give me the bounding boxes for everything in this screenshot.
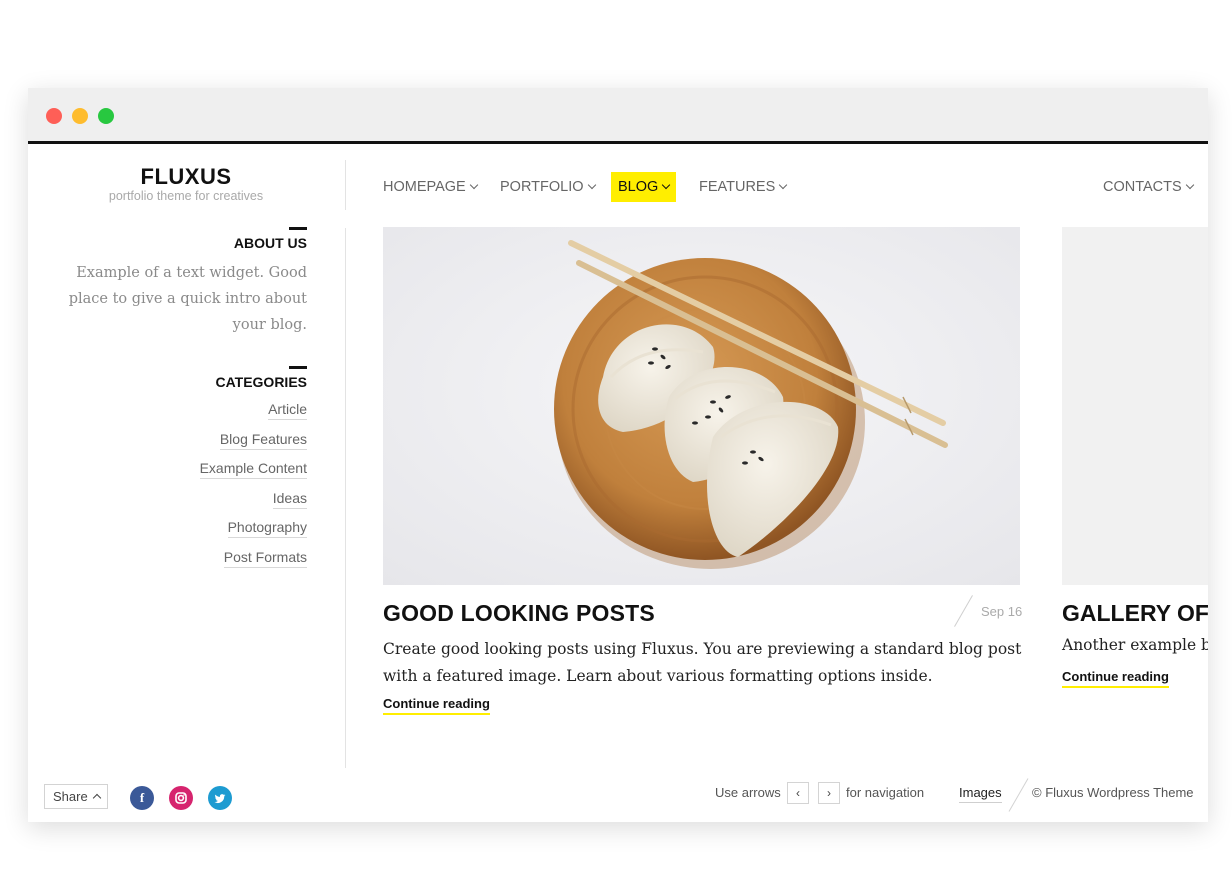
instagram-glyph — [175, 792, 187, 804]
about-widget-title: ABOUT US — [233, 235, 307, 251]
share-button[interactable]: Share — [44, 784, 108, 809]
nav-hint-prefix: Use arrows — [715, 785, 781, 800]
post-featured-image[interactable] — [383, 227, 1020, 585]
nav-item-label: PORTFOLIO — [500, 179, 584, 195]
maximize-window-button[interactable] — [98, 108, 114, 124]
date-divider — [954, 595, 973, 627]
chevron-down-icon — [587, 180, 596, 190]
instagram-icon[interactable] — [169, 786, 193, 810]
twitter-icon[interactable] — [208, 786, 232, 810]
header-divider — [345, 160, 346, 210]
nav-item-contacts[interactable]: CONTACTS — [1103, 172, 1194, 202]
images-link[interactable]: Images — [959, 785, 1002, 803]
facebook-icon[interactable]: f — [130, 786, 154, 810]
post-featured-image[interactable] — [1062, 227, 1208, 585]
continue-reading-link[interactable]: Continue reading — [383, 696, 490, 715]
chevron-up-icon — [92, 793, 101, 803]
category-link[interactable]: Ideas — [272, 490, 307, 509]
nav-item-portfolio[interactable]: PORTFOLIO — [500, 172, 596, 202]
category-link[interactable]: Photography — [227, 519, 307, 538]
nav-item-label: HOMEPAGE — [383, 179, 466, 195]
nav-item-features[interactable]: FEATURES — [699, 172, 788, 202]
nav-hint-suffix: for navigation — [846, 785, 925, 800]
nav-item-label: FEATURES — [699, 179, 776, 195]
chevron-down-icon — [779, 180, 788, 190]
sidebar-divider — [345, 228, 346, 768]
chevron-down-icon — [469, 180, 478, 190]
nav-item-label: CONTACTS — [1103, 179, 1182, 195]
category-link[interactable]: Example Content — [199, 460, 307, 479]
chevron-down-icon — [662, 180, 671, 190]
nav-item-homepage[interactable]: HOMEPAGE — [383, 172, 478, 202]
twitter-glyph — [214, 794, 226, 804]
window-titlebar — [28, 88, 1208, 144]
category-link[interactable]: Post Formats — [223, 549, 307, 568]
share-label: Share — [53, 789, 88, 804]
chevron-down-icon — [1185, 180, 1194, 190]
site-title[interactable]: FLUXUS — [86, 164, 286, 190]
site-tagline: portfolio theme for creatives — [108, 189, 264, 203]
post-title[interactable]: GALLERY OF — [1062, 600, 1208, 627]
category-link[interactable]: Article — [268, 401, 307, 420]
minimize-window-button[interactable] — [72, 108, 88, 124]
widget-accent-bar — [289, 227, 307, 230]
categories-widget-title: CATEGORIES — [215, 374, 307, 390]
copyright-text: © Fluxus Wordpress Theme — [1032, 785, 1194, 800]
about-widget-text: Example of a text widget. Good place to … — [68, 265, 307, 333]
post-excerpt: Create good looking posts using Fluxus. … — [383, 640, 1022, 685]
continue-reading-link[interactable]: Continue reading — [1062, 669, 1169, 688]
footer-divider — [1008, 778, 1029, 812]
post-date: Sep 16 — [981, 604, 1023, 619]
post-title[interactable]: GOOD LOOKING POSTS — [383, 600, 655, 627]
post-excerpt: Another example b — [1062, 636, 1208, 654]
widget-accent-bar — [289, 366, 307, 369]
browser-window: FLUXUS portfolio theme for creatives HOM… — [28, 88, 1208, 822]
prev-arrow-button[interactable]: ‹ — [787, 782, 809, 804]
close-window-button[interactable] — [46, 108, 62, 124]
next-arrow-button[interactable]: › — [818, 782, 840, 804]
category-link[interactable]: Blog Features — [219, 431, 307, 450]
nav-item-label: BLOG — [618, 179, 659, 195]
dumplings-photo — [383, 227, 1020, 585]
nav-item-blog[interactable]: BLOG — [611, 172, 677, 202]
